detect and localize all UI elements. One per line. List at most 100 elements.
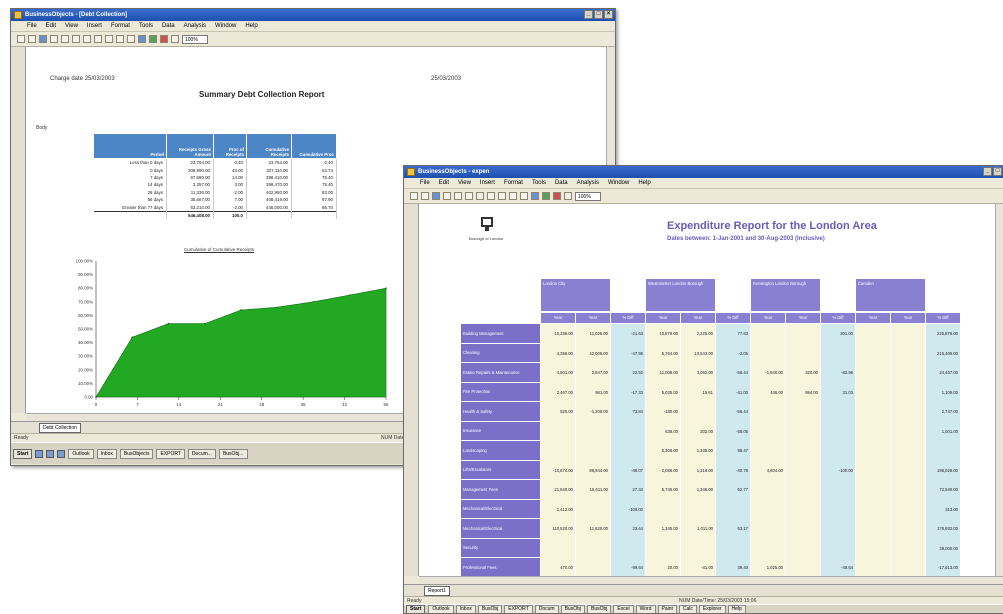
refresh-icon[interactable] — [520, 192, 528, 200]
sub-header: % Diff — [821, 313, 855, 323]
grid-cell: 1,335.00 — [696, 448, 713, 453]
preview-icon[interactable] — [61, 35, 69, 43]
menu-tools[interactable]: Tools — [139, 21, 153, 31]
menu-edit[interactable]: Edit — [46, 21, 56, 31]
window2-controls: _ □ — [983, 167, 1002, 176]
table-cell: 3.00 — [213, 181, 247, 189]
start-button[interactable]: Start — [13, 448, 33, 459]
cut-icon[interactable] — [72, 35, 80, 43]
new-icon[interactable] — [410, 192, 418, 200]
menu-tools[interactable]: Tools — [532, 178, 546, 188]
redo-icon[interactable] — [116, 35, 124, 43]
menu-file[interactable]: File — [27, 21, 37, 31]
menu-format[interactable]: Format — [111, 21, 130, 31]
open-icon[interactable] — [28, 35, 36, 43]
menu-edit[interactable]: Edit — [439, 178, 449, 188]
slice-icon[interactable] — [160, 35, 168, 43]
maximize-button[interactable]: □ — [594, 10, 603, 19]
chart-icon[interactable] — [542, 192, 550, 200]
y-tick-label: 70.00% — [78, 299, 93, 304]
open-icon[interactable] — [421, 192, 429, 200]
new-icon[interactable] — [17, 35, 25, 43]
menu-window[interactable]: Window — [215, 21, 236, 31]
table-total-cell: 100.0 — [213, 210, 247, 220]
table-cell: -2.00 — [213, 203, 247, 212]
undo-icon[interactable] — [498, 192, 506, 200]
copy-icon[interactable] — [476, 192, 484, 200]
quicklaunch-icon[interactable] — [46, 449, 55, 458]
copy-icon[interactable] — [83, 35, 91, 43]
task-inbox[interactable]: Inbox — [96, 448, 117, 459]
row-label: Lifts/Escalators — [461, 460, 540, 479]
save-icon[interactable] — [432, 192, 440, 200]
quicklaunch-icon[interactable] — [35, 449, 44, 458]
undo-icon[interactable] — [105, 35, 113, 43]
task-docum[interactable]: Docum... — [187, 448, 216, 459]
grid-cell: 1,318.00 — [696, 467, 713, 473]
grid-cell: 42,005.00 — [589, 350, 608, 356]
menu-insert[interactable]: Insert — [87, 21, 102, 31]
menu-help[interactable]: Help — [245, 21, 257, 31]
row-label: Landscaping — [461, 441, 540, 460]
grid-cell: 178,932.00 — [937, 526, 958, 531]
table-cell: 43.00 — [213, 166, 247, 174]
task-outlook[interactable]: Outlook — [68, 448, 94, 459]
window2-titlebar[interactable]: BusinessObjects - expen _ □ — [404, 166, 1003, 178]
task-export[interactable]: EXPORT — [156, 448, 185, 459]
task-busobj[interactable]: BusObj... — [218, 448, 248, 459]
menu-data[interactable]: Data — [162, 21, 175, 31]
menu-data[interactable]: Data — [555, 178, 568, 188]
sub-header: Year — [786, 313, 820, 323]
minimize-button[interactable]: _ — [584, 10, 593, 19]
redo-icon[interactable] — [509, 192, 517, 200]
window1-titlebar[interactable]: BusinessObjects - [Debt Collection] _ □ … — [11, 9, 615, 21]
paste-icon[interactable] — [487, 192, 495, 200]
slice-icon[interactable] — [553, 192, 561, 200]
sheet-tab-report1[interactable]: Report1 — [424, 586, 450, 596]
menu-insert[interactable]: Insert — [480, 178, 495, 188]
menu-view[interactable]: View — [458, 178, 471, 188]
preview-icon[interactable] — [454, 192, 462, 200]
print-icon[interactable] — [50, 35, 58, 43]
menu-view[interactable]: View — [65, 21, 78, 31]
group-header: Camden — [856, 279, 925, 311]
table-icon[interactable] — [138, 35, 146, 43]
drill-icon[interactable] — [564, 192, 572, 200]
quicklaunch-icon[interactable] — [57, 449, 66, 458]
print-icon[interactable] — [443, 192, 451, 200]
maximize-button[interactable]: □ — [993, 167, 1002, 176]
cut-icon[interactable] — [465, 192, 473, 200]
window2-vscroll[interactable] — [995, 204, 1003, 576]
grid-cell: 39.40 — [737, 565, 748, 570]
grid-cell: 24,457.00 — [939, 370, 958, 375]
menu-help[interactable]: Help — [638, 178, 650, 188]
refresh-icon[interactable] — [127, 35, 135, 43]
menu-analysis[interactable]: Analysis — [184, 21, 206, 31]
save-icon[interactable] — [39, 35, 47, 43]
paste-icon[interactable] — [94, 35, 102, 43]
sheet-tab-debt-collection[interactable]: Debt Collection — [39, 423, 81, 433]
menu-window[interactable]: Window — [608, 178, 629, 188]
grid-cell: 77.83 — [737, 331, 748, 336]
close-button[interactable]: × — [604, 10, 613, 19]
grid-cell: 1,011.00 — [697, 526, 713, 531]
chart-icon[interactable] — [149, 35, 157, 43]
table-cell: 23,764.00 — [246, 158, 292, 167]
grid-cell: 15,611.00 — [589, 487, 608, 492]
drill-icon[interactable] — [171, 35, 179, 43]
menu-file[interactable]: File — [420, 178, 430, 188]
task-busobjects[interactable]: BusObjects — [119, 448, 154, 459]
minimize-button[interactable]: _ — [983, 167, 992, 176]
sub-header: Year — [856, 313, 890, 323]
grid-cell: -99.64 — [631, 565, 643, 570]
grid-column — [611, 324, 645, 576]
table-icon[interactable] — [531, 192, 539, 200]
zoom-select[interactable]: 100% — [182, 34, 208, 44]
grid-cell: -48.64 — [841, 565, 853, 570]
zoom-select[interactable]: 100% — [575, 191, 601, 201]
grid-column — [576, 324, 610, 576]
table-cell: 28 days — [93, 188, 167, 196]
menu-analysis[interactable]: Analysis — [577, 178, 599, 188]
menu-format[interactable]: Format — [504, 178, 523, 188]
row-label: Management Fees — [461, 480, 540, 499]
